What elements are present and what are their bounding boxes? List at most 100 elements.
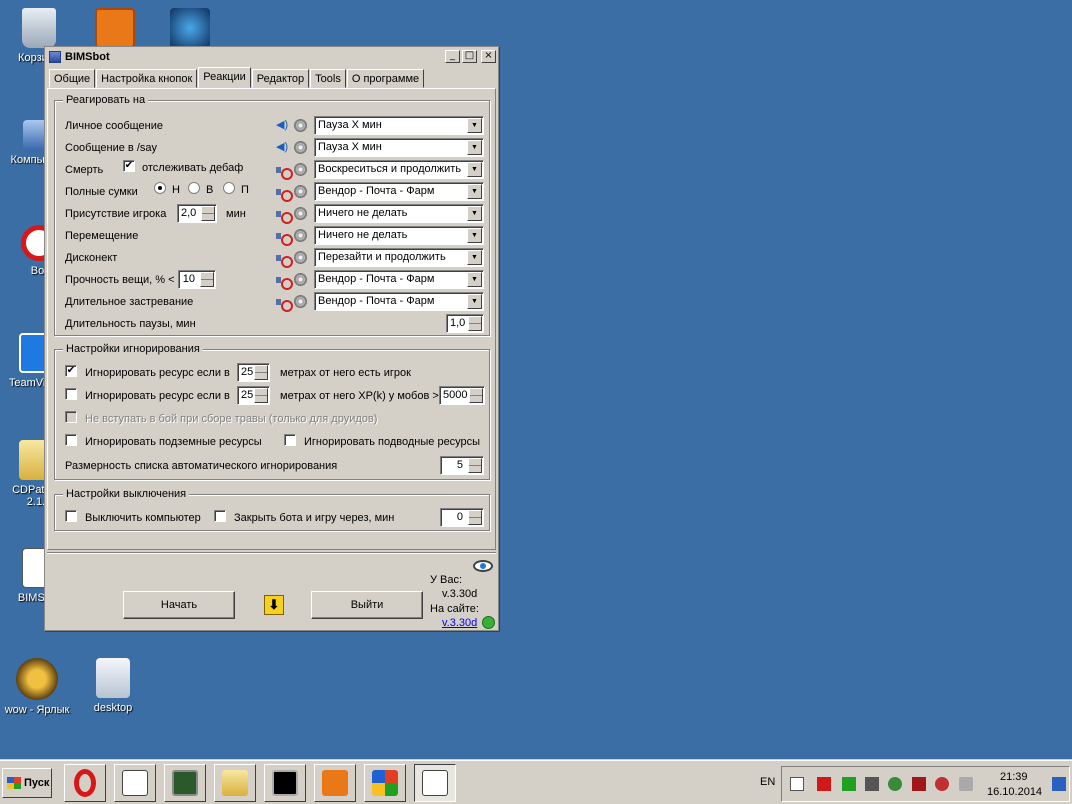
spin-arrows[interactable] bbox=[200, 272, 214, 287]
list-size-spinner[interactable]: 5 bbox=[440, 456, 484, 475]
tab-tools[interactable]: Tools bbox=[310, 69, 346, 88]
gear-icon[interactable] bbox=[294, 273, 307, 286]
taskbar-explorer[interactable] bbox=[214, 764, 256, 802]
tray-en-icon[interactable] bbox=[912, 777, 926, 791]
bags-radio-0[interactable] bbox=[154, 182, 166, 194]
gear-icon[interactable] bbox=[294, 229, 307, 242]
tab-editor[interactable]: Редактор bbox=[251, 69, 310, 88]
chevron-down-icon[interactable]: ▼ bbox=[467, 272, 482, 287]
spin-arrows[interactable] bbox=[469, 388, 483, 403]
mute-icon[interactable] bbox=[276, 274, 293, 290]
site-version-link[interactable]: v.3.30d bbox=[442, 617, 477, 629]
chevron-down-icon[interactable]: ▼ bbox=[467, 184, 482, 199]
tray-green-icon[interactable] bbox=[842, 777, 856, 791]
mute-icon[interactable] bbox=[276, 296, 293, 312]
pause-duration-spinner[interactable]: 1,0 bbox=[446, 314, 484, 333]
chevron-down-icon[interactable]: ▼ bbox=[467, 228, 482, 243]
tray-shield-icon[interactable] bbox=[935, 777, 949, 791]
gear-icon[interactable] bbox=[294, 251, 307, 264]
show-desktop-icon[interactable] bbox=[1052, 777, 1066, 791]
reaction-action-select[interactable]: Пауза X мин ▼ bbox=[314, 116, 484, 135]
language-indicator[interactable]: EN bbox=[760, 776, 775, 788]
gear-icon[interactable] bbox=[294, 185, 307, 198]
ignore-xp-checkbox[interactable] bbox=[65, 388, 77, 400]
mute-icon[interactable] bbox=[276, 208, 293, 224]
ignore-player-checkbox[interactable]: ✔ bbox=[65, 365, 77, 377]
spin-arrows[interactable] bbox=[468, 510, 482, 525]
close-bot-checkbox[interactable] bbox=[214, 510, 226, 522]
reaction-action-select[interactable]: Вендор - Почта - Фарм ▼ bbox=[314, 270, 484, 289]
desktop-icon-wow[interactable]: wow - Ярлык bbox=[2, 658, 72, 716]
close-button[interactable]: × bbox=[481, 50, 496, 63]
tray-kaspersky-icon[interactable] bbox=[817, 777, 831, 791]
mute-icon[interactable] bbox=[276, 252, 293, 268]
clock-date[interactable]: 16.10.2014 bbox=[987, 786, 1042, 798]
tray-volume-mute-icon[interactable] bbox=[959, 777, 973, 791]
taskbar-opera[interactable] bbox=[64, 764, 106, 802]
player-presence-spinner[interactable]: 2,0 bbox=[177, 204, 217, 223]
taskbar-app-window[interactable] bbox=[114, 764, 156, 802]
spin-arrows[interactable] bbox=[201, 206, 215, 221]
gear-icon[interactable] bbox=[294, 119, 307, 132]
spin-arrows[interactable] bbox=[254, 365, 268, 380]
taskbar-cmd[interactable] bbox=[264, 764, 306, 802]
chevron-down-icon[interactable]: ▼ bbox=[467, 294, 482, 309]
ignore-xp-distance[interactable]: 25 bbox=[237, 386, 270, 405]
reaction-action-select[interactable]: Воскреситься и продолжить ▼ bbox=[314, 160, 484, 179]
reaction-action-select[interactable]: Ничего не делать ▼ bbox=[314, 204, 484, 223]
tab-buttons[interactable]: Настройка кнопок bbox=[96, 69, 198, 88]
tab-about[interactable]: О программе bbox=[346, 69, 425, 88]
tab-reactions[interactable]: Реакции bbox=[198, 67, 251, 88]
gear-icon[interactable] bbox=[294, 163, 307, 176]
reaction-action-select[interactable]: Ничего не делать ▼ bbox=[314, 226, 484, 245]
tray-flag-icon[interactable] bbox=[790, 777, 804, 791]
maximize-button[interactable]: □ bbox=[462, 50, 477, 63]
reaction-action-select[interactable]: Пауза X мин ▼ bbox=[314, 138, 484, 157]
chevron-down-icon[interactable]: ▼ bbox=[467, 250, 482, 265]
spin-arrows[interactable] bbox=[468, 458, 482, 473]
chevron-down-icon[interactable]: ▼ bbox=[467, 162, 482, 177]
durability-spinner[interactable]: 10 bbox=[178, 270, 216, 289]
speaker-icon[interactable]: ◀) bbox=[276, 120, 289, 131]
chevron-down-icon[interactable]: ▼ bbox=[467, 118, 482, 133]
chevron-down-icon[interactable]: ▼ bbox=[467, 206, 482, 221]
mute-icon[interactable] bbox=[276, 164, 293, 180]
exit-button[interactable]: Выйти bbox=[311, 591, 423, 619]
download-icon[interactable]: ⬇ bbox=[264, 595, 284, 615]
taskbar-task-manager[interactable] bbox=[164, 764, 206, 802]
tab-general[interactable]: Общие bbox=[49, 69, 96, 88]
speaker-icon[interactable]: ◀) bbox=[276, 142, 289, 153]
taskbar-bimsbot[interactable] bbox=[414, 764, 456, 802]
mute-icon[interactable] bbox=[276, 230, 293, 246]
gear-icon[interactable] bbox=[294, 141, 307, 154]
tray-security-icon[interactable] bbox=[888, 777, 902, 791]
ignore-player-distance[interactable]: 25 bbox=[237, 363, 270, 382]
taskbar-app-orange[interactable] bbox=[314, 764, 356, 802]
gear-icon[interactable] bbox=[294, 207, 307, 220]
minimize-button[interactable]: _ bbox=[445, 50, 460, 63]
chevron-down-icon[interactable]: ▼ bbox=[467, 140, 482, 155]
mute-icon[interactable] bbox=[276, 186, 293, 202]
reaction-action-select[interactable]: Вендор - Почта - Фарм ▼ bbox=[314, 182, 484, 201]
close-bot-spinner[interactable]: 0 bbox=[440, 508, 484, 527]
spin-arrows[interactable] bbox=[468, 316, 482, 331]
spin-arrows[interactable] bbox=[254, 388, 268, 403]
clock-time[interactable]: 21:39 bbox=[1000, 771, 1028, 783]
reaction-action-select[interactable]: Перезайти и продолжить ▼ bbox=[314, 248, 484, 267]
start-button-taskbar[interactable]: Пуск bbox=[2, 768, 52, 798]
underground-checkbox[interactable] bbox=[65, 434, 77, 446]
bags-radio-2[interactable] bbox=[223, 182, 235, 194]
refresh-icon[interactable] bbox=[482, 616, 495, 629]
debuff-checkbox[interactable]: ✔ bbox=[123, 160, 135, 172]
ignore-xp-value[interactable]: 5000 bbox=[439, 386, 485, 405]
underwater-checkbox[interactable] bbox=[284, 434, 296, 446]
bags-radio-1[interactable] bbox=[188, 182, 200, 194]
start-button[interactable]: Начать bbox=[123, 591, 235, 619]
taskbar-windows-update[interactable] bbox=[364, 764, 406, 802]
gear-icon[interactable] bbox=[294, 295, 307, 308]
reaction-action-select[interactable]: Вендор - Почта - Фарм ▼ bbox=[314, 292, 484, 311]
shutdown-pc-checkbox[interactable] bbox=[65, 510, 77, 522]
tray-vm-icon[interactable] bbox=[865, 777, 879, 791]
desktop-icon-desktop[interactable]: desktop bbox=[78, 658, 148, 714]
title-bar[interactable]: BIMSbot _ □ × bbox=[45, 47, 498, 66]
